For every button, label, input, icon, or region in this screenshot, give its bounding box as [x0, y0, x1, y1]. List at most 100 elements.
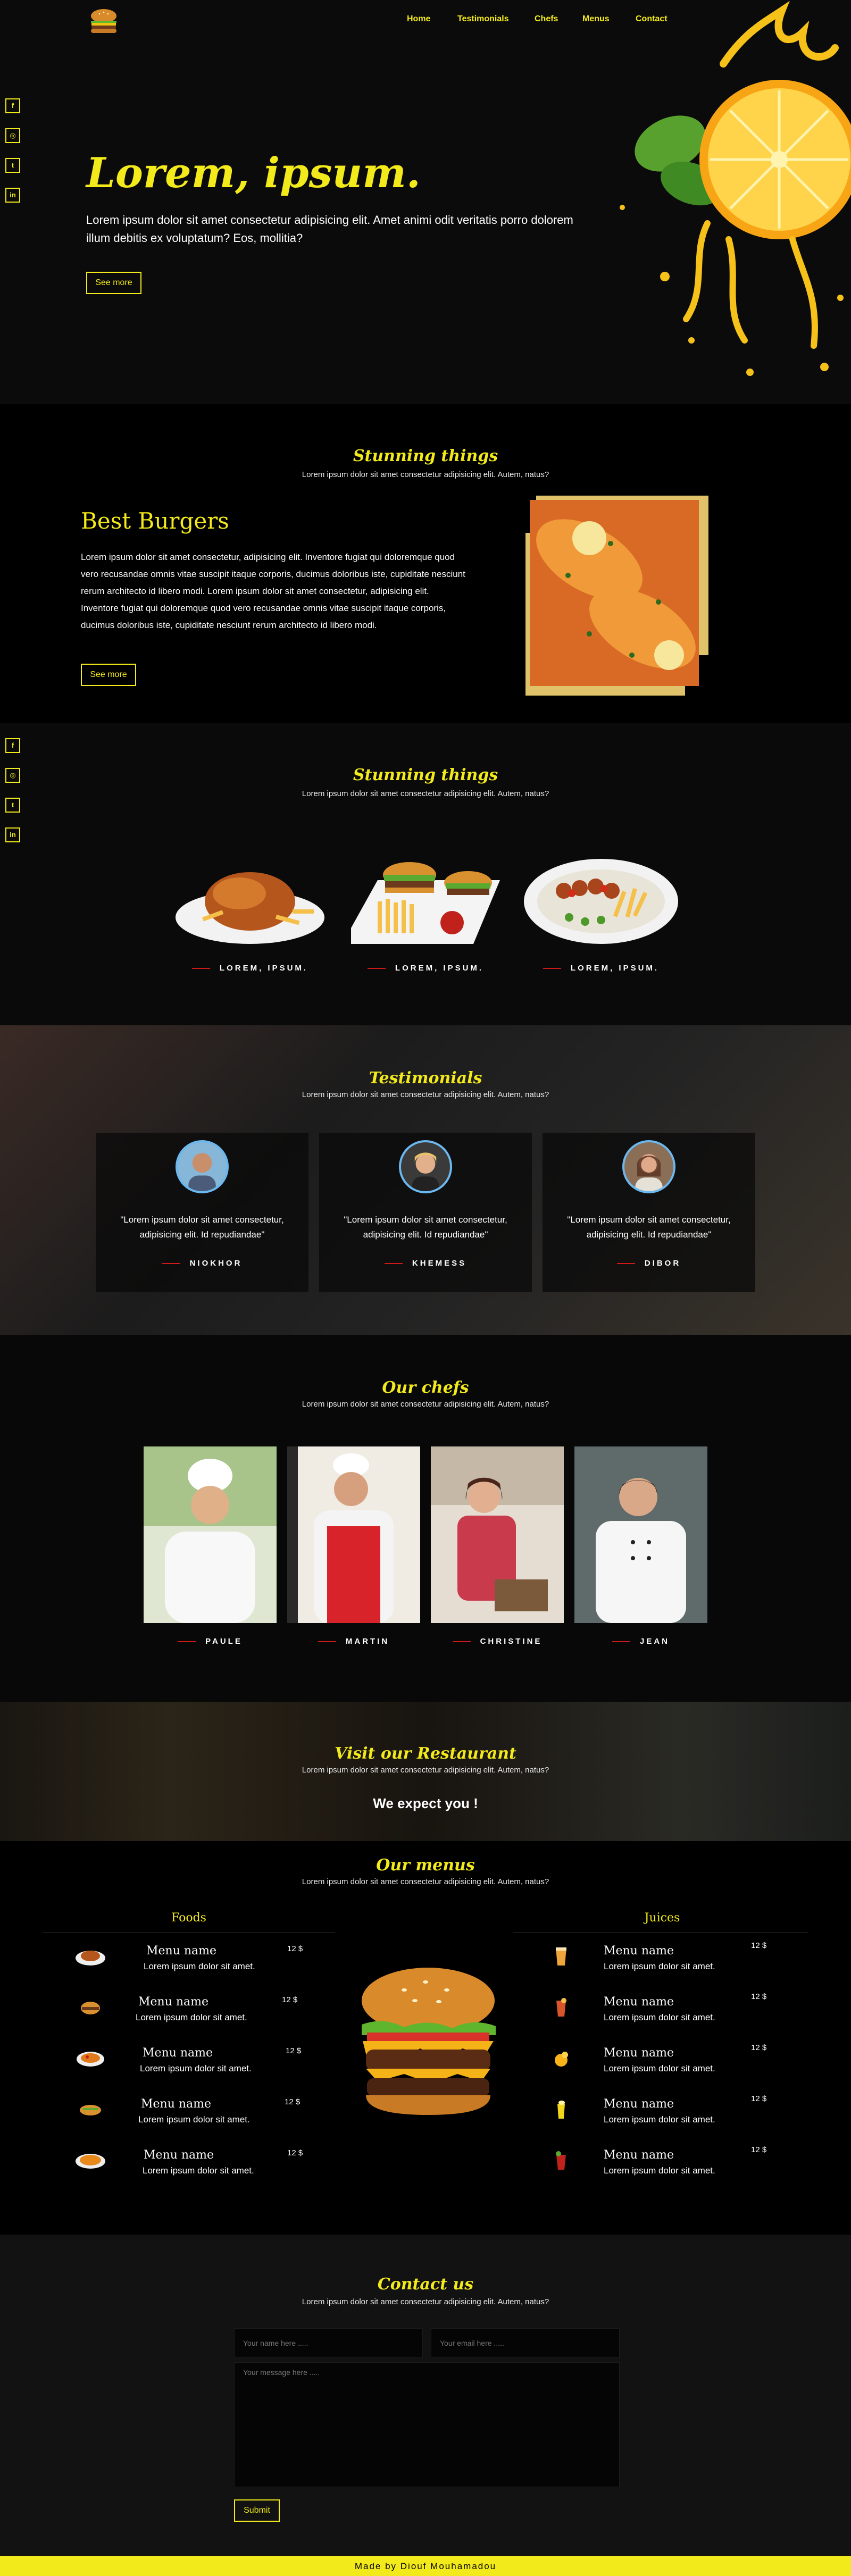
visit-restaurant-section: Visit our Restaurant Lorem ipsum dolor s… — [0, 1702, 851, 1841]
section-title: Our chefs — [382, 1378, 469, 1397]
section-title: Testimonials — [369, 1069, 482, 1088]
section-subtitle: Lorem ipsum dolor sit amet consectetur a… — [302, 1877, 549, 1886]
section-subtitle: Lorem ipsum dolor sit amet consectetur a… — [302, 1090, 549, 1099]
testimonial-quote: "Lorem ipsum dolor sit amet consectetur,… — [120, 1215, 284, 1240]
menu-item-price: 12 $ — [751, 2043, 767, 2052]
menu-item-price: 12 $ — [751, 1941, 767, 1950]
testimonials-section: Testimonials Lorem ipsum dolor sit amet … — [0, 1025, 851, 1335]
menu-item-description: Lorem ipsum dolor sit amet. — [143, 2165, 254, 2176]
foods-heading: Foods — [171, 1911, 206, 1925]
stunning-things-section: f ◎ t in Stunning things Lorem ipsum dol… — [0, 723, 851, 1025]
juice-glass-icon — [556, 2151, 566, 2170]
food-dish-icon — [76, 2154, 105, 2169]
menu-item-description: Lorem ipsum dolor sit amet. — [604, 1961, 715, 1971]
menu-item-juice[interactable]: Menu name Lorem ipsum dolor sit amet. 12… — [553, 1992, 787, 2036]
name-input[interactable] — [234, 2328, 423, 2358]
nav-chefs-link[interactable]: Chefs — [535, 14, 558, 24]
section-title: Contact us — [377, 2275, 474, 2294]
facebook-icon[interactable]: f — [5, 738, 20, 753]
orange-splash-image — [620, 1, 851, 376]
burgers-see-more-button[interactable]: See more — [81, 664, 136, 686]
food-dish-icon — [77, 2052, 104, 2067]
menu-item-name: Menu name — [146, 1944, 217, 1958]
testimonial-author: NIOKHOR — [96, 1259, 308, 1268]
menu-item-description: Lorem ipsum dolor sit amet. — [140, 2063, 252, 2073]
best-burgers-section: Stunning things Lorem ipsum dolor sit am… — [0, 404, 851, 723]
instagram-icon[interactable]: ◎ — [5, 128, 20, 143]
linkedin-icon[interactable]: in — [5, 827, 20, 842]
menu-item-name: Menu name — [144, 2148, 214, 2162]
testimonial-quote: "Lorem ipsum dolor sit amet consectetur,… — [567, 1215, 731, 1240]
testimonial-author: KHEMESS — [319, 1259, 532, 1268]
message-textarea[interactable] — [234, 2362, 620, 2487]
chef-name: MARTIN — [287, 1637, 420, 1646]
menu-item-juice[interactable]: Menu name Lorem ipsum dolor sit amet. 12… — [553, 2043, 787, 2087]
chef-photo — [574, 1446, 707, 1623]
burgers-fries-dish-image — [351, 862, 500, 944]
section-subtitle: Lorem ipsum dolor sit amet consectetur a… — [302, 789, 549, 798]
menu-item-food[interactable]: Menu name Lorem ipsum dolor sit amet. 12… — [74, 2146, 308, 2189]
menu-item-name: Menu name — [604, 2097, 674, 2111]
menu-item-name: Menu name — [141, 2097, 212, 2111]
visit-tagline: We expect you ! — [373, 1795, 478, 1811]
chef-photo — [144, 1446, 277, 1623]
menu-item-description: Lorem ipsum dolor sit amet. — [604, 2063, 715, 2073]
best-burgers-text: Lorem ipsum dolor sit amet consectetur, … — [81, 552, 465, 630]
nav-home-link[interactable]: Home — [407, 14, 430, 24]
menu-item-description: Lorem ipsum dolor sit amet. — [136, 2012, 247, 2022]
best-burgers-title: Best Burgers — [81, 508, 229, 534]
menu-item-food[interactable]: Menu name Lorem ipsum dolor sit amet. 12… — [74, 2095, 308, 2138]
menu-item-name: Menu name — [604, 1944, 674, 1958]
nav-testimonials-link[interactable]: Testimonials — [457, 14, 509, 24]
menu-item-price: 12 $ — [286, 2046, 302, 2055]
menu-item-description: Lorem ipsum dolor sit amet. — [138, 2114, 250, 2125]
dish-label: LOREM, IPSUM. — [170, 964, 330, 973]
food-dish-icon — [76, 1951, 105, 1966]
hero-title: Lorem, ipsum. — [86, 149, 421, 197]
food-dish-icon — [81, 2002, 100, 2014]
burger-logo-icon[interactable] — [86, 6, 121, 35]
dish-label: LOREM, IPSUM. — [346, 964, 505, 973]
menu-item-juice[interactable]: Menu name Lorem ipsum dolor sit amet. 12… — [553, 1941, 787, 1985]
facebook-icon[interactable]: f — [5, 98, 20, 113]
testimonial-quote: "Lorem ipsum dolor sit amet consectetur,… — [344, 1215, 507, 1240]
menu-item-name: Menu name — [604, 2046, 674, 2060]
email-input[interactable] — [431, 2328, 620, 2358]
section-subtitle: Lorem ipsum dolor sit amet consectetur a… — [302, 470, 549, 479]
submit-button[interactable]: Submit — [234, 2499, 280, 2522]
chef-name: PAULE — [144, 1637, 277, 1646]
linkedin-icon[interactable]: in — [5, 188, 20, 203]
menu-item-price: 12 $ — [751, 2094, 767, 2103]
menu-item-price: 12 $ — [287, 1944, 303, 1953]
menu-item-food[interactable]: Menu name Lorem ipsum dolor sit amet. 12… — [74, 1942, 308, 1985]
menu-item-price: 12 $ — [285, 2097, 301, 2106]
section-subtitle: Lorem ipsum dolor sit amet consectetur a… — [302, 2297, 549, 2306]
hero-section: f ◎ t in Lorem, ipsum. Lorem ipsum dolor… — [0, 1, 851, 404]
testimonial-author: DIBOR — [543, 1259, 755, 1268]
hero-see-more-button[interactable]: See more — [86, 272, 141, 294]
menu-item-description: Lorem ipsum dolor sit amet. — [144, 1961, 255, 1971]
roast-chicken-dish-image — [176, 872, 324, 944]
section-title: Stunning things — [353, 447, 498, 465]
juice-glass-icon — [557, 2101, 565, 2119]
twitter-icon[interactable]: t — [5, 798, 20, 813]
testimonial-card: "Lorem ipsum dolor sit amet consectetur,… — [319, 1133, 532, 1292]
footer: Made by Diouf Mouhamadou — [0, 2556, 851, 2576]
menu-item-name: Menu name — [604, 2148, 674, 2162]
menu-item-description: Lorem ipsum dolor sit amet. — [604, 2165, 715, 2176]
menu-item-food[interactable]: Menu name Lorem ipsum dolor sit amet. 12… — [74, 1993, 308, 2036]
avatar — [176, 1140, 229, 1193]
section-subtitle: Lorem ipsum dolor sit amet consectetur a… — [302, 1400, 549, 1409]
twitter-icon[interactable]: t — [5, 158, 20, 173]
juices-heading: Juices — [644, 1911, 680, 1925]
kebab-plate-dish-image — [524, 859, 678, 944]
menu-item-description: Lorem ipsum dolor sit amet. — [604, 2012, 715, 2022]
menu-item-juice[interactable]: Menu name Lorem ipsum dolor sit amet. 12… — [553, 2094, 787, 2138]
menu-item-food[interactable]: Menu name Lorem ipsum dolor sit amet. 12… — [74, 2044, 308, 2087]
social-links: f ◎ t in — [5, 98, 20, 218]
section-title: Stunning things — [353, 766, 498, 784]
dish-label: LOREM, IPSUM. — [521, 964, 681, 973]
testimonial-card: "Lorem ipsum dolor sit amet consectetur,… — [543, 1133, 755, 1292]
menu-item-name: Menu name — [138, 1995, 209, 2009]
menu-item-juice[interactable]: Menu name Lorem ipsum dolor sit amet. 12… — [553, 2145, 787, 2189]
